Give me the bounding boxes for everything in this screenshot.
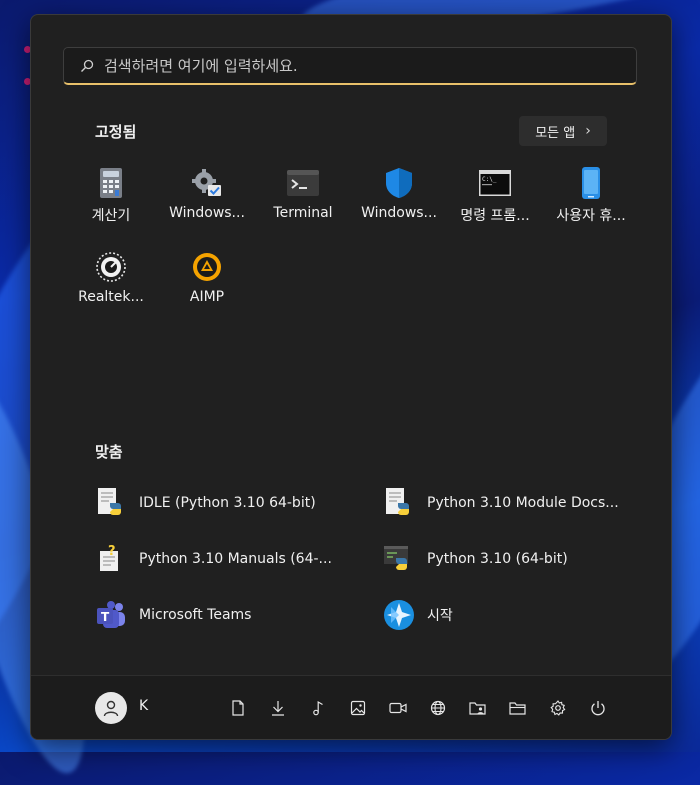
file-explorer-icon — [509, 702, 526, 715]
recommended-item[interactable]: ? Python 3.10 Manuals (64-... — [95, 537, 365, 581]
pinned-app-label: 계산기 — [91, 208, 131, 224]
pinned-app-command-prompt[interactable]: C:\_ 명령 프롬... — [447, 161, 543, 241]
windows-security-icon — [383, 167, 415, 199]
pinned-title: 고정됨 — [95, 123, 137, 141]
settings-icon — [550, 700, 566, 716]
pinned-app-phone-link[interactable]: 사용자 휴... — [543, 161, 639, 241]
start-footer: K — [31, 675, 671, 739]
pinned-app-label: AIMP — [189, 289, 225, 305]
chevron-right-icon: › — [585, 123, 591, 139]
downloads-button[interactable] — [266, 696, 290, 720]
recommended-item-label: Python 3.10 (64-bit) — [427, 551, 568, 567]
pinned-app-realtek[interactable]: Realtek... — [63, 245, 159, 325]
videos-button[interactable] — [386, 696, 410, 720]
videos-icon — [389, 702, 407, 714]
command-prompt-icon: C:\_ — [479, 167, 511, 199]
windows-settings-icon — [191, 167, 223, 199]
settings-button[interactable] — [546, 696, 570, 720]
svg-text:C:\_: C:\_ — [482, 176, 497, 183]
downloads-icon — [272, 701, 284, 716]
get-started-icon — [383, 599, 415, 631]
file-explorer-button[interactable] — [506, 696, 530, 720]
power-button[interactable] — [586, 696, 610, 720]
documents-icon — [232, 700, 244, 716]
recommended-title: 맞춤 — [95, 443, 123, 461]
music-button[interactable] — [306, 696, 330, 720]
recommended-item[interactable]: IDLE (Python 3.10 64-bit) — [95, 481, 365, 525]
recommended-item-label: Microsoft Teams — [139, 607, 252, 623]
pinned-app-label: Windows... — [169, 205, 245, 221]
pinned-app-label: Windows... — [361, 205, 437, 221]
avatar[interactable] — [95, 692, 127, 724]
pictures-icon — [350, 700, 366, 716]
user-icon — [103, 700, 119, 717]
all-apps-button[interactable]: 모든 앱 › — [519, 116, 607, 146]
recommended-item[interactable]: 시작 — [383, 593, 653, 637]
pinned-app-label: Realtek... — [78, 289, 144, 305]
pinned-app-aimp[interactable]: AIMP — [159, 245, 255, 325]
network-icon — [430, 700, 446, 716]
pinned-app-label: 사용자 휴... — [556, 208, 626, 224]
recommended-item[interactable]: T Microsoft Teams — [95, 593, 365, 637]
start-menu: 고정됨 모든 앱 › 계산기 — [30, 14, 672, 740]
pictures-button[interactable] — [346, 696, 370, 720]
recommended-item-label: Python 3.10 Manuals (64-... — [139, 551, 332, 567]
recommended-item[interactable]: Python 3.10 (64-bit) — [383, 537, 653, 581]
all-apps-label: 모든 앱 — [535, 125, 576, 141]
pinned-app-windows-settings[interactable]: Windows... — [159, 161, 255, 241]
search-input[interactable] — [102, 55, 606, 76]
recommended-item-label: Python 3.10 Module Docs... — [427, 495, 619, 511]
terminal-icon — [287, 167, 319, 199]
network-button[interactable] — [426, 696, 450, 720]
recommended-item[interactable]: Python 3.10 Module Docs... — [383, 481, 653, 525]
python-manuals-icon: ? — [95, 543, 127, 575]
realtek-audio-icon — [95, 251, 127, 283]
aimp-icon — [191, 251, 223, 283]
calculator-icon — [95, 167, 127, 199]
pinned-app-calculator[interactable]: 계산기 — [63, 161, 159, 241]
search-box[interactable] — [63, 47, 637, 85]
power-icon — [591, 701, 605, 716]
personal-folder-icon — [469, 702, 486, 715]
recommended-item-label: 시작 — [427, 608, 453, 624]
svg-text:T: T — [101, 610, 110, 624]
documents-button[interactable] — [226, 696, 250, 720]
pinned-app-label: Terminal — [273, 205, 333, 221]
pinned-app-terminal[interactable]: Terminal — [255, 161, 351, 241]
python-docs-icon — [383, 487, 415, 519]
personal-folder-button[interactable] — [466, 696, 490, 720]
svg-text:?: ? — [108, 544, 116, 559]
search-icon — [81, 59, 94, 72]
pinned-app-windows-security[interactable]: Windows... — [351, 161, 447, 241]
pinned-app-label: 명령 프롬... — [460, 208, 530, 224]
phone-link-icon — [575, 167, 607, 199]
teams-icon: T — [95, 599, 127, 631]
music-icon — [313, 700, 323, 716]
user-name[interactable]: K — [139, 698, 148, 714]
python-idle-icon — [95, 487, 127, 519]
recommended-item-label: IDLE (Python 3.10 64-bit) — [139, 495, 316, 511]
python-console-icon — [383, 543, 415, 575]
